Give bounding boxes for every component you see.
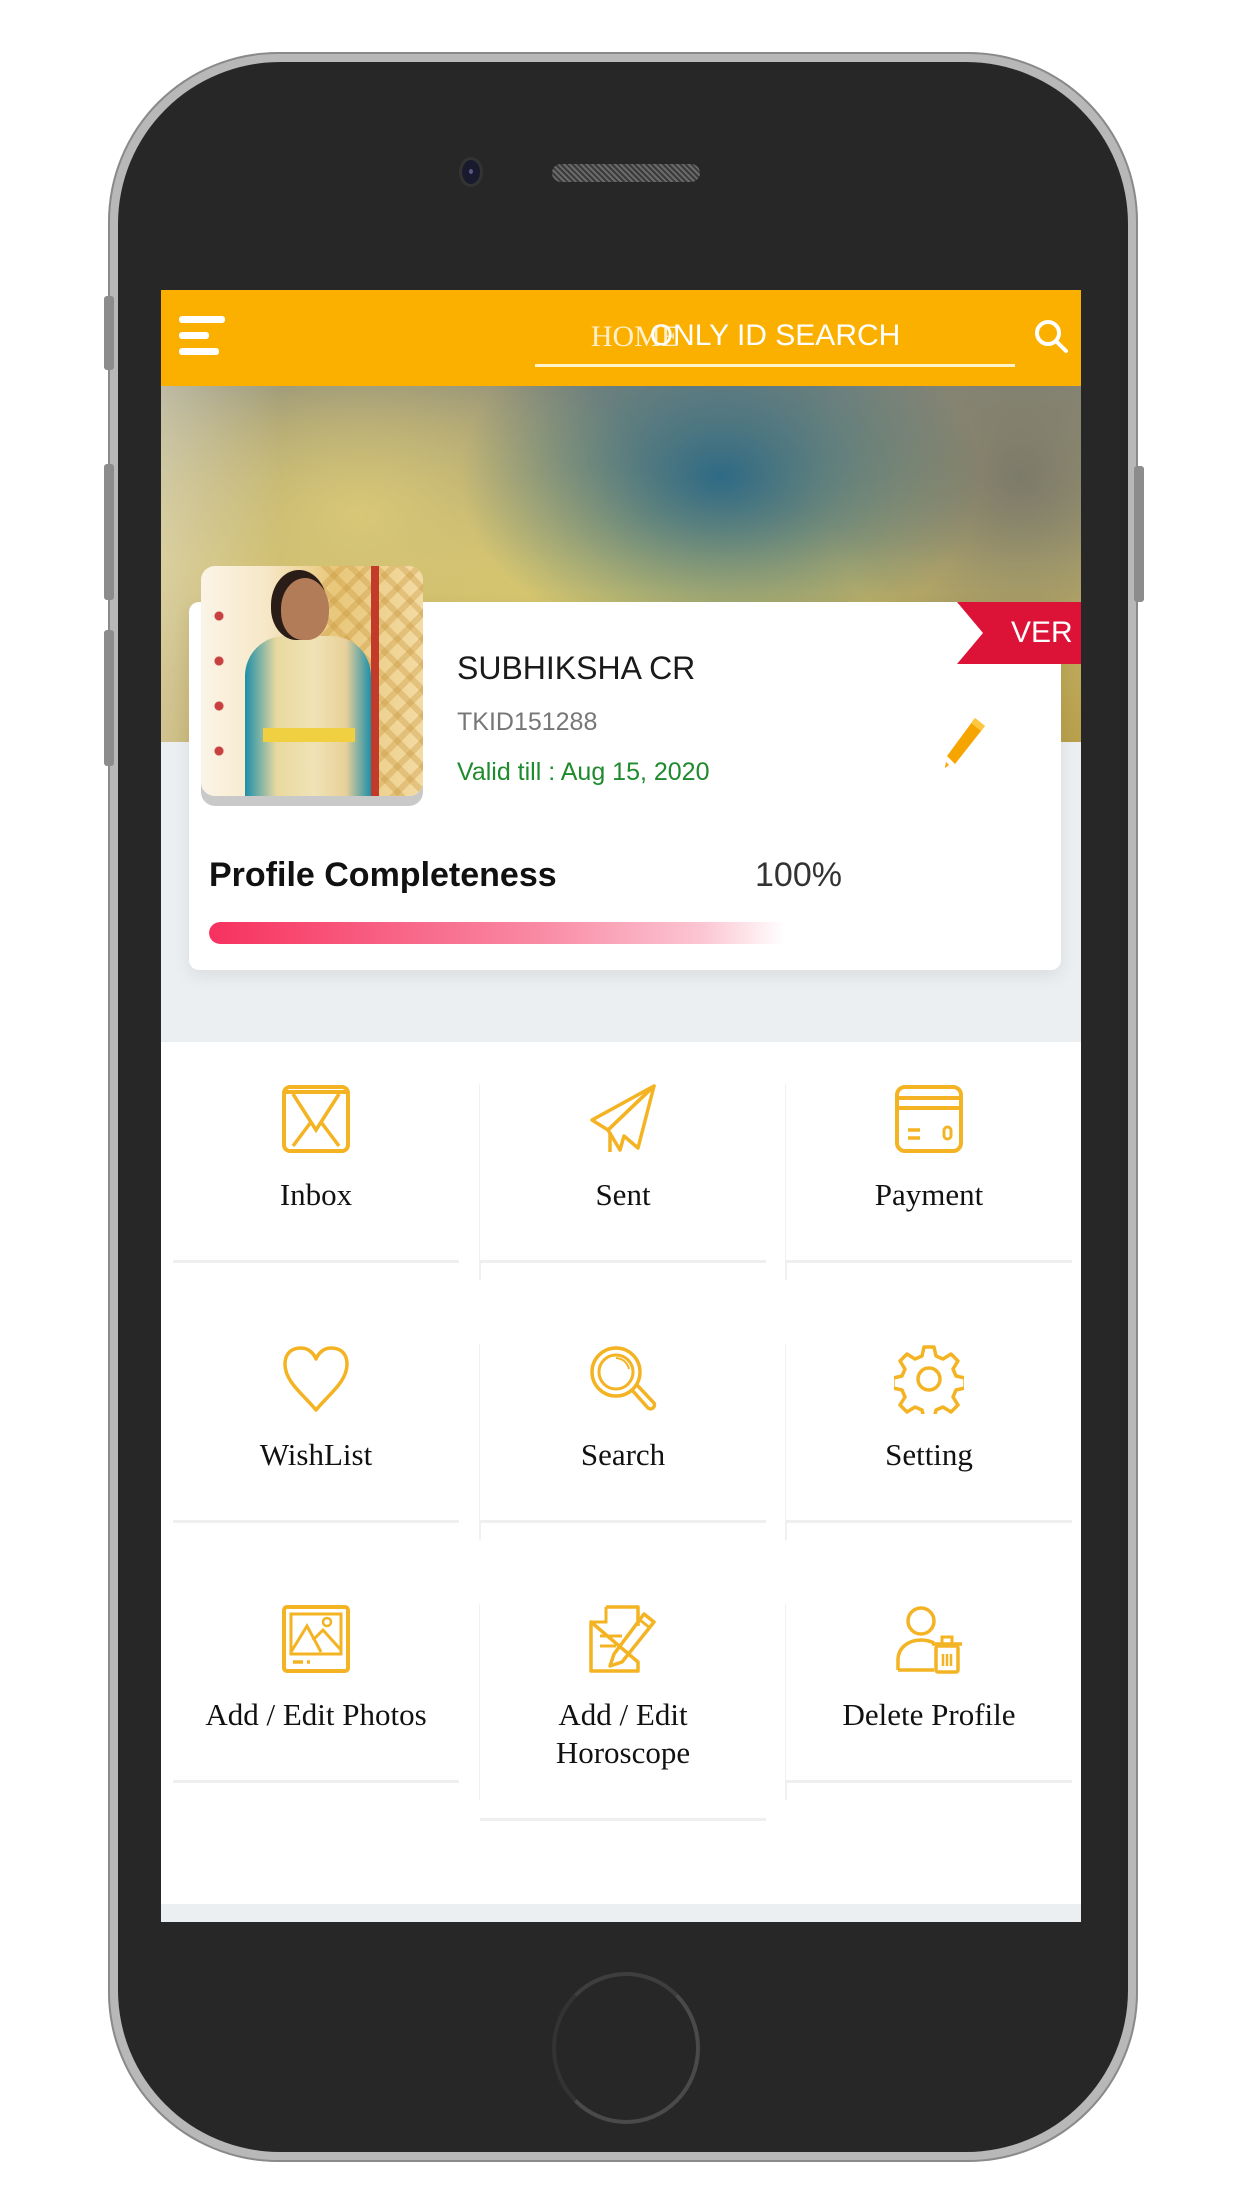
earpiece-speaker xyxy=(552,164,700,182)
menu-tile-label: Setting xyxy=(885,1437,973,1472)
hamburger-menu-icon[interactable] xyxy=(179,316,227,356)
menu-tile-add-edit-horoscope[interactable]: Add / Edit Horoscope xyxy=(480,1582,766,1821)
search-icon[interactable] xyxy=(1031,316,1071,356)
heart-icon xyxy=(283,1346,349,1412)
menu-tile-sent[interactable]: Sent xyxy=(480,1062,766,1263)
bottom-strip xyxy=(161,1904,1081,1922)
menu-tile-setting[interactable]: Setting xyxy=(786,1322,1072,1523)
document-edit-icon xyxy=(589,1605,656,1673)
menu-tile-label: Add / Edit Horoscope xyxy=(555,1697,691,1770)
menu-tile-label: Add / Edit Photos xyxy=(205,1697,427,1732)
menu-tile-inbox[interactable]: Inbox xyxy=(173,1062,459,1263)
profile-id: TKID151288 xyxy=(457,708,598,736)
menu-tile-add-edit-photos[interactable]: Add / Edit Photos xyxy=(173,1582,459,1783)
menu-tile-label: WishList xyxy=(259,1437,373,1472)
profile-name: SUBHIKSHA CR xyxy=(457,650,696,686)
profile-completeness-bar xyxy=(209,922,1033,944)
credit-card-icon xyxy=(895,1085,963,1153)
profile-photo[interactable] xyxy=(201,566,423,796)
menu-tile-search[interactable]: Search xyxy=(480,1322,766,1523)
menu-tile-label: Payment xyxy=(874,1177,984,1212)
profile-completeness-value: 100% xyxy=(755,856,842,894)
front-camera xyxy=(462,160,480,184)
menu-tile-label: Sent xyxy=(595,1177,651,1212)
membership-validity: Valid till : Aug 15, 2020 xyxy=(457,758,710,786)
pencil-icon[interactable] xyxy=(941,714,989,770)
profile-completeness-label: Profile Completeness xyxy=(209,856,557,894)
id-search-input[interactable] xyxy=(535,308,1015,364)
phone-volume-up-button xyxy=(104,464,114,600)
magnifier-icon xyxy=(590,1346,657,1411)
menu-tile-label: Delete Profile xyxy=(842,1697,1016,1732)
image-icon xyxy=(282,1605,350,1673)
phone-mute-switch xyxy=(104,296,114,370)
phone-volume-down-button xyxy=(104,630,114,766)
envelope-icon xyxy=(282,1085,350,1153)
paper-plane-icon xyxy=(590,1084,656,1152)
menu-tile-wishlist[interactable]: WishList xyxy=(173,1322,459,1523)
menu-tile-label: Search xyxy=(580,1437,666,1472)
menu-tile-payment[interactable]: Payment xyxy=(786,1062,1072,1263)
menu-tile-label: Inbox xyxy=(279,1177,353,1212)
dashboard-menu-grid: Inbox Sent Payment WishList Search Setti… xyxy=(161,1042,1081,1904)
app-screen: HOME VER SUBHIKSHA CR TKID151288 Valid t… xyxy=(161,290,1081,1922)
home-button[interactable] xyxy=(552,1972,700,2124)
verified-badge-text: VER xyxy=(1011,616,1073,649)
menu-tile-delete-profile[interactable]: Delete Profile xyxy=(786,1582,1072,1783)
id-search-field[interactable] xyxy=(535,308,1015,367)
user-delete-icon xyxy=(896,1606,962,1674)
profile-completeness-fill xyxy=(209,922,1033,944)
phone-power-button xyxy=(1134,466,1144,602)
top-app-bar: HOME xyxy=(161,290,1081,386)
gear-icon xyxy=(894,1345,964,1414)
